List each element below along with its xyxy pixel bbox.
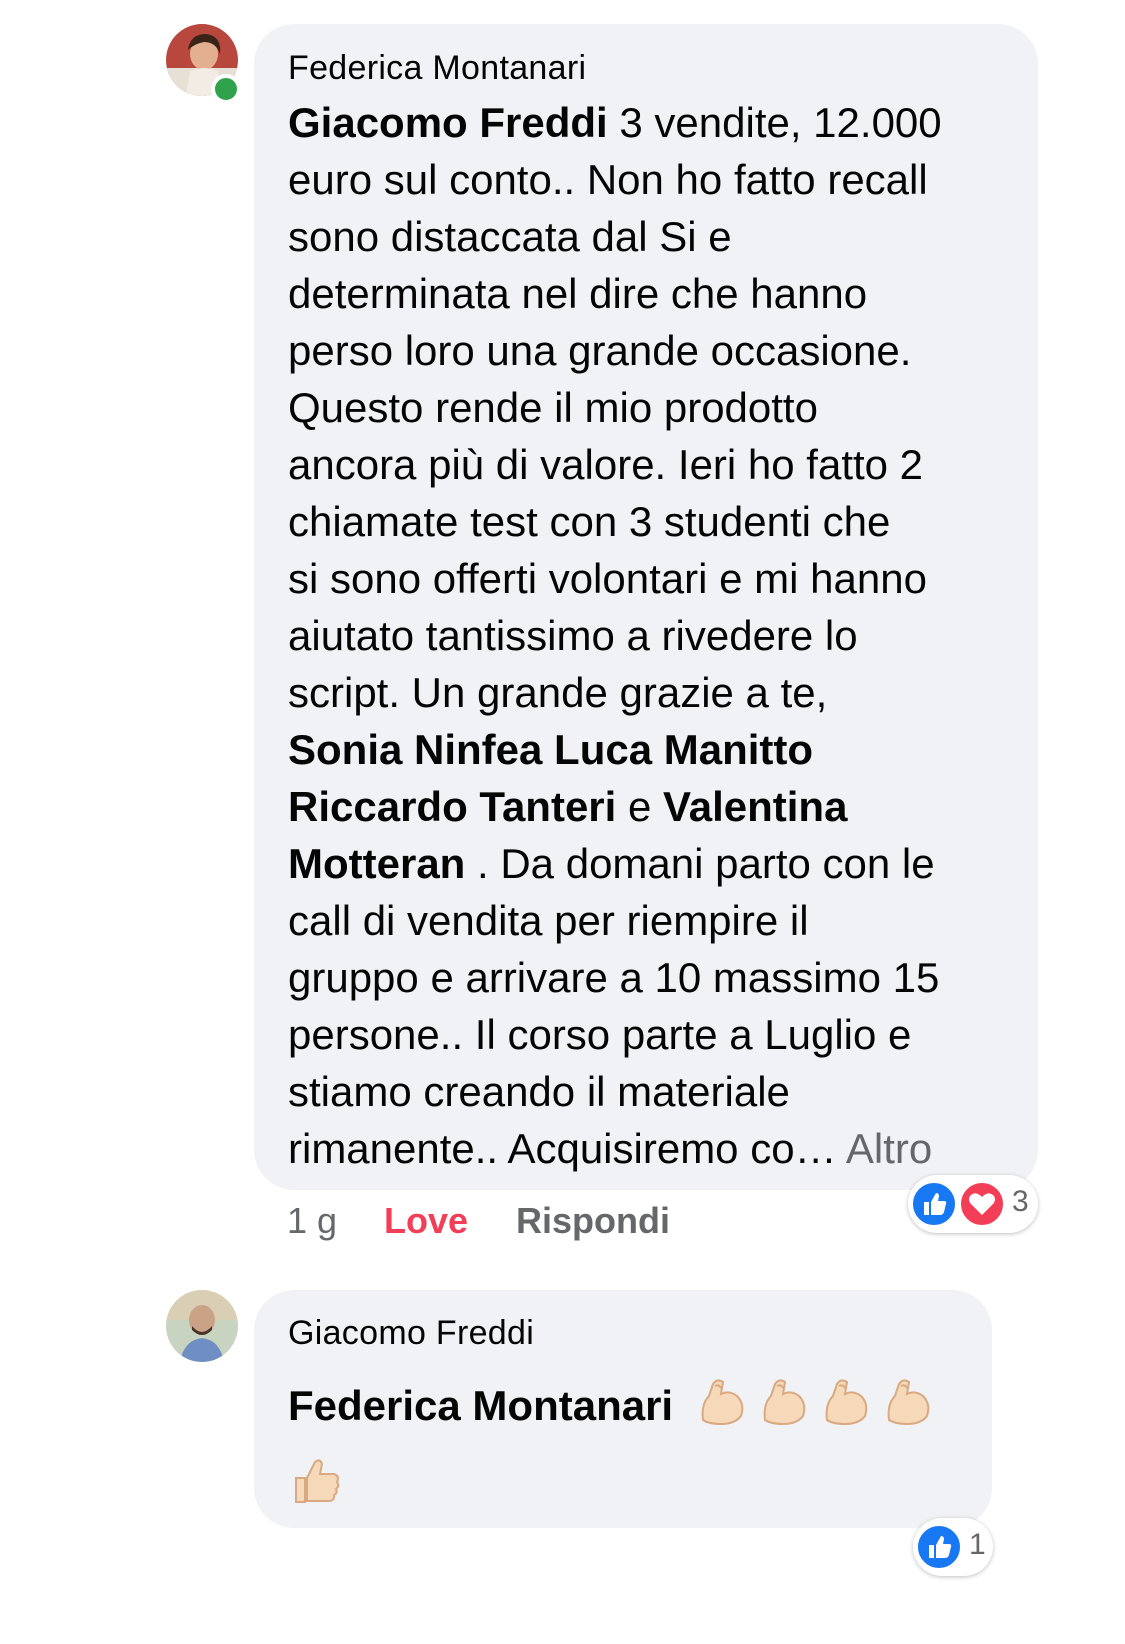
comment-text-segment: ancora più di valore. Ieri ho fatto 2 <box>288 441 924 488</box>
reply-author[interactable]: Giacomo Freddi <box>288 1314 534 1353</box>
comment-text-segment: si sono offerti volontari e mi hanno <box>288 555 927 602</box>
like-icon <box>915 1523 963 1571</box>
comment-text-segment: . Da domani parto con le <box>465 840 935 887</box>
reply-reaction-summary[interactable]: 1 <box>913 1518 993 1576</box>
flexed-biceps-icon <box>819 1374 873 1444</box>
love-icon <box>958 1180 1006 1228</box>
comment-line: determinata nel dire che hanno <box>288 265 942 322</box>
comment-line: sono distaccata dal Si e <box>288 208 942 265</box>
reply-text: Federica Montanari <box>288 1374 943 1524</box>
love-button[interactable]: Love <box>384 1200 468 1242</box>
mention-link[interactable]: Sonia Ninfea Luca Manitto <box>288 726 813 773</box>
comment-text-segment: determinata nel dire che hanno <box>288 270 868 317</box>
comment-line: ancora più di valore. Ieri ho fatto 2 <box>288 436 942 493</box>
avatar-giacomo[interactable] <box>166 1290 238 1362</box>
flexed-biceps-icon <box>695 1374 749 1444</box>
comment-text-segment: stiamo creando il materiale <box>288 1068 790 1115</box>
comment-line: stiamo creando il materiale <box>288 1063 942 1120</box>
comment-line: Questo rende il mio prodotto <box>288 379 942 436</box>
flexed-biceps-icon <box>881 1374 935 1444</box>
comment-line: script. Un grande grazie a te, <box>288 664 942 721</box>
comment-text-segment: perso loro una grande occasione. <box>288 327 912 374</box>
comment-line: perso loro una grande occasione. <box>288 322 942 379</box>
reaction-count: 3 <box>1012 1185 1029 1218</box>
comment-text-segment: persone.. Il corso parte a Luglio e <box>288 1011 912 1058</box>
comment-text-segment: aiutato tantissimo a rivedere lo <box>288 612 858 659</box>
mention-link[interactable]: Giacomo Freddi <box>288 99 608 146</box>
comment-text-segment: chiamate test con 3 studenti che <box>288 498 891 545</box>
comment-text-segment: script. Un grande grazie a te, <box>288 669 828 716</box>
comment-timestamp[interactable]: 1 g <box>287 1200 337 1242</box>
reply-button[interactable]: Rispondi <box>516 1200 670 1242</box>
comment-text-segment: 3 vendite, 12.000 <box>607 99 942 146</box>
comment-line: Sonia Ninfea Luca Manitto <box>288 721 942 778</box>
comment-author[interactable]: Federica Montanari <box>288 49 586 88</box>
reply-reaction-count: 1 <box>969 1528 986 1561</box>
comment-text-segment: gruppo e arrivare a 10 massimo 15 <box>288 954 940 1001</box>
comment-line: si sono offerti volontari e mi hanno <box>288 550 942 607</box>
comment-text-segment: Questo rende il mio prodotto <box>288 384 818 431</box>
comment-text-segment: euro sul conto.. Non ho fatto recall <box>288 156 928 203</box>
comment-line: call di vendita per riempire il <box>288 892 942 949</box>
comment-line: Riccardo Tanteri e Valentina <box>288 778 942 835</box>
see-more-link[interactable]: Altro <box>846 1125 932 1172</box>
comment-line: Motteran . Da domani parto con le <box>288 835 942 892</box>
reply-bubble: Giacomo Freddi Federica Montanari <box>254 1290 992 1528</box>
comment-line: euro sul conto.. Non ho fatto recall <box>288 151 942 208</box>
online-status-indicator <box>211 74 241 104</box>
comment-actions: 1 g Love Rispondi <box>287 1200 787 1244</box>
mention-link[interactable]: Valentina <box>663 783 847 830</box>
comment-bubble: Federica Montanari Giacomo Freddi 3 vend… <box>254 24 1038 1190</box>
comment-line: aiutato tantissimo a rivedere lo <box>288 607 942 664</box>
mention-link[interactable]: Riccardo Tanteri <box>288 783 616 830</box>
comment-line: Giacomo Freddi 3 vendite, 12.000 <box>288 94 942 151</box>
flexed-biceps-icon <box>757 1374 811 1444</box>
comment-line: persone.. Il corso parte a Luglio e <box>288 1006 942 1063</box>
comment-text-segment: e <box>616 783 664 830</box>
comment-text: Giacomo Freddi 3 vendite, 12.000 euro sul… <box>288 94 942 1177</box>
reaction-summary[interactable]: 3 <box>908 1175 1038 1233</box>
comment-line: chiamate test con 3 studenti che <box>288 493 942 550</box>
comment-line: gruppo e arrivare a 10 massimo 15 <box>288 949 942 1006</box>
comment-text-segment: sono distaccata dal Si e <box>288 213 732 260</box>
like-icon <box>910 1180 958 1228</box>
comment-text-segment: rimanente.. Acquisiremo co… <box>288 1125 846 1172</box>
comment-text-segment: call di vendita per riempire il <box>288 897 809 944</box>
comment-line: rimanente.. Acquisiremo co… Altro <box>288 1120 942 1177</box>
mention-link[interactable]: Motteran <box>288 840 465 887</box>
reply-mention[interactable]: Federica Montanari <box>288 1382 673 1429</box>
thumbs-up-icon <box>288 1452 344 1524</box>
